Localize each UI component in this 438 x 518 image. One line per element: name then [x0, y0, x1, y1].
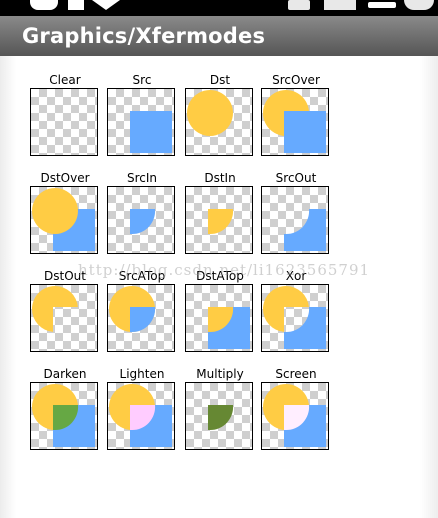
mode-tile [261, 186, 329, 254]
dst-out-shape [263, 286, 309, 332]
right-edge [420, 56, 438, 518]
src-wedge [130, 209, 156, 235]
mode-tile [107, 186, 175, 254]
lock-notification-icon [68, 0, 84, 10]
mode-preview [130, 111, 172, 153]
signal-icon [324, 0, 356, 10]
overlap-wedge [208, 405, 234, 431]
mode-cell-clear: Clear [28, 72, 102, 156]
src-wedge [130, 307, 156, 333]
src-out-shape [284, 209, 326, 251]
mode-tile [185, 284, 253, 352]
battery-icon [368, 2, 396, 8]
left-edge [0, 56, 16, 518]
mode-preview [31, 384, 95, 447]
mode-label: Screen [275, 367, 317, 381]
mode-cell-dstin: DstIn [183, 170, 257, 254]
mode-label: Dst [209, 73, 231, 87]
mode-preview [108, 384, 172, 447]
mode-cell-lighten: Lighten [105, 366, 179, 450]
mode-preview [130, 209, 156, 235]
mode-cell-dstout: DstOut [28, 268, 102, 352]
watermark-text: http://blog.csdn.net/li1623565791 [78, 261, 371, 279]
mode-tile [261, 382, 329, 450]
mode-label: Lighten [119, 367, 165, 381]
warning-notification-icon [92, 0, 120, 10]
app-title: Graphics/Xfermodes [22, 24, 266, 48]
mode-tile [30, 284, 98, 352]
mode-label: SrcIn [126, 171, 158, 185]
mode-cell-dst: Dst [183, 72, 257, 156]
mode-tile [30, 382, 98, 450]
mode-label: Clear [49, 73, 81, 87]
src-square [284, 111, 326, 153]
mode-cell-xor: Xor [259, 268, 333, 352]
mode-cell-srcout: SrcOut [259, 170, 333, 254]
src-square [130, 111, 172, 153]
dst-wedge [208, 209, 234, 235]
mode-label: DstIn [204, 171, 236, 185]
clock-icon [404, 0, 434, 10]
mode-cell-srcover: SrcOver [259, 72, 333, 156]
mode-cell-srcin: SrcIn [105, 170, 179, 254]
mode-cell-multiply: Multiply [183, 366, 257, 450]
mode-tile [185, 382, 253, 450]
mode-preview [262, 384, 326, 447]
content-area: Clear Src Dst SrcOver DstOver SrcIn DstI… [0, 56, 438, 518]
chat-notification-icon [30, 0, 58, 10]
mode-cell-srcatop: SrcATop [105, 268, 179, 352]
usb-icon [288, 0, 310, 10]
mode-cell-src: Src [105, 72, 179, 156]
src-out-shape [284, 307, 326, 349]
status-bar [0, 0, 438, 16]
mode-preview [284, 209, 326, 251]
mode-tile [261, 88, 329, 156]
mode-preview [108, 286, 156, 333]
mode-label: Multiply [196, 367, 244, 381]
mode-tile [185, 186, 253, 254]
mode-preview [31, 188, 95, 251]
mode-preview [32, 286, 78, 332]
mode-label: DstOver [40, 171, 90, 185]
mode-label: SrcOut [275, 171, 317, 185]
mode-preview [263, 286, 326, 349]
mode-tile [30, 88, 98, 156]
mode-tile [107, 88, 175, 156]
mode-label: Darken [43, 367, 87, 381]
mode-cell-darken: Darken [28, 366, 102, 450]
mode-cell-screen: Screen [259, 366, 333, 450]
mode-tile [30, 186, 98, 254]
mode-preview [208, 405, 234, 431]
mode-preview [31, 89, 97, 155]
mode-preview [208, 209, 234, 235]
mode-preview [262, 90, 326, 153]
mode-tile [107, 284, 175, 352]
mode-cell-dstover: DstOver [28, 170, 102, 254]
mode-tile [107, 382, 175, 450]
mode-tile [185, 88, 253, 156]
mode-preview [208, 307, 250, 349]
title-bar: Graphics/Xfermodes [0, 16, 438, 56]
mode-label: Src [132, 73, 152, 87]
mode-tile [261, 284, 329, 352]
mode-preview [186, 90, 233, 136]
mode-label: SrcOver [272, 73, 320, 87]
dst-circle [186, 90, 233, 136]
dst-circle [31, 188, 78, 234]
mode-cell-dstatop: DstATop [183, 268, 257, 352]
dst-out-shape [32, 286, 78, 332]
